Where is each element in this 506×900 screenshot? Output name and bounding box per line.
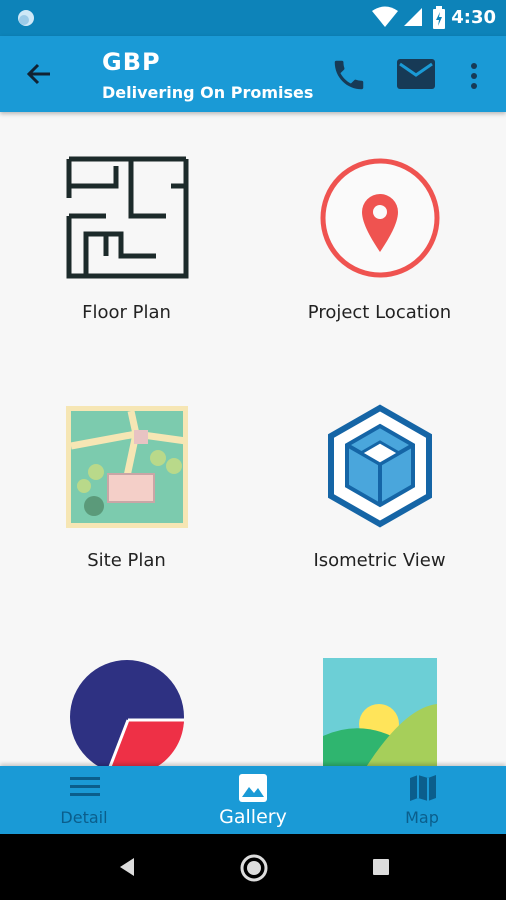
gallery-item-label: Site Plan — [87, 550, 166, 571]
isometric-cube-icon — [328, 404, 432, 528]
nav-map[interactable]: Map — [338, 766, 506, 834]
landscape-icon — [323, 658, 437, 766]
location-pin-icon — [320, 158, 440, 278]
more-vert-icon[interactable] — [468, 62, 480, 90]
signal-icon — [404, 8, 422, 26]
nav-gallery-label: Gallery — [219, 806, 287, 828]
bottom-navigation: Detail Gallery Map — [0, 766, 506, 834]
gallery-item-site-plan[interactable]: Site Plan — [0, 402, 253, 632]
phone-icon[interactable] — [330, 56, 368, 94]
back-triangle-icon[interactable] — [118, 856, 136, 878]
nav-map-label: Map — [405, 808, 439, 827]
gallery-grid: Floor Plan Project Location Site Plan Is… — [0, 112, 506, 766]
status-bar: 4:30 — [0, 0, 506, 36]
gallery-item-label: Floor Plan — [82, 302, 171, 323]
app-bar: GBP Delivering On Promises — [0, 36, 506, 112]
gallery-item-project-location[interactable]: Project Location — [253, 152, 506, 382]
image-icon — [239, 774, 267, 802]
wifi-icon — [372, 6, 398, 27]
status-time: 4:30 — [451, 7, 496, 28]
gallery-item-label: Project Location — [307, 302, 452, 323]
nav-detail-label: Detail — [60, 808, 108, 827]
site-plan-icon — [66, 406, 188, 528]
home-circle-icon[interactable] — [240, 854, 268, 882]
nav-gallery[interactable]: Gallery — [169, 766, 337, 834]
pie-chart-icon — [70, 660, 184, 766]
page-subtitle: Delivering On Promises — [102, 83, 314, 102]
nav-detail[interactable]: Detail — [0, 766, 168, 834]
notification-dot-icon — [18, 10, 34, 26]
floor-plan-icon — [66, 156, 189, 279]
gallery-item-6[interactable] — [253, 652, 506, 766]
recents-square-icon[interactable] — [372, 858, 390, 876]
email-icon[interactable] — [396, 57, 436, 91]
gallery-item-label: Isometric View — [313, 550, 446, 571]
battery-icon — [433, 6, 445, 29]
arrow-back-icon[interactable] — [26, 62, 52, 86]
page-title: GBP — [102, 48, 161, 76]
gallery-item-isometric-view[interactable]: Isometric View — [253, 402, 506, 632]
list-icon — [70, 777, 100, 796]
gallery-item-5[interactable] — [0, 652, 253, 766]
system-navigation-bar — [0, 834, 506, 900]
gallery-item-floor-plan[interactable]: Floor Plan — [0, 152, 253, 382]
map-icon — [410, 775, 436, 801]
